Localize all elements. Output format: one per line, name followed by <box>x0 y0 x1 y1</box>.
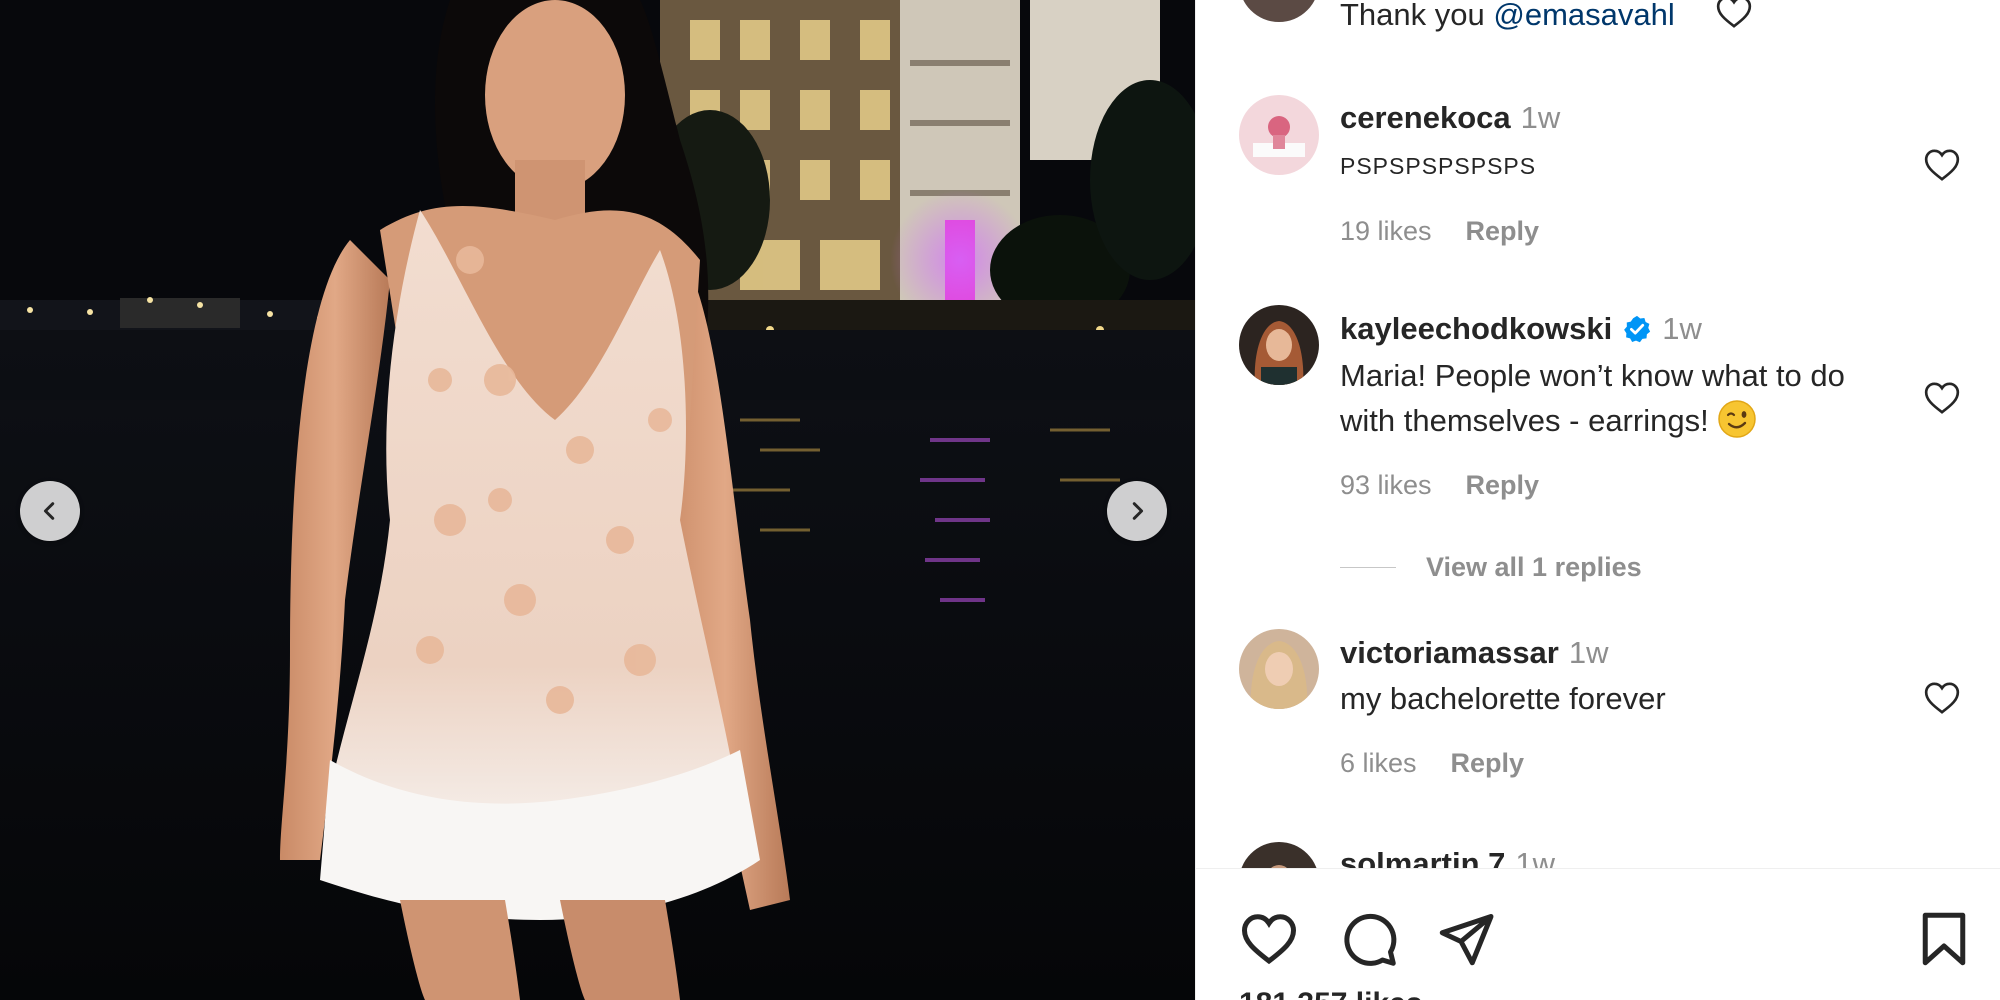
comment-likes[interactable]: 93 likes <box>1340 470 1432 500</box>
likes-count[interactable]: 181,357 likes <box>1239 987 1423 1000</box>
like-comment-button[interactable] <box>1922 145 1962 185</box>
comment-username[interactable]: cerenekoca <box>1340 100 1511 135</box>
comment-likes[interactable]: 19 likes <box>1340 216 1432 246</box>
comment-time[interactable]: 1w <box>1569 635 1609 670</box>
heart-outline-icon <box>1924 382 1960 414</box>
comment-time[interactable]: 1w <box>1662 311 1702 346</box>
comment-text: my bachelorette forever <box>1340 681 1666 716</box>
winking-face-emoji <box>1717 399 1757 439</box>
comment-button[interactable] <box>1339 909 1399 969</box>
reply-button[interactable]: Reply <box>1466 470 1540 500</box>
like-button[interactable] <box>1239 909 1299 969</box>
comment-text: PSPSPSPSPSPS <box>1340 153 1537 179</box>
next-photo-button[interactable] <box>1107 481 1167 541</box>
comment-header: solmartin 7 1w <box>1340 846 1555 868</box>
comment-header: cerenekoca 1w <box>1340 100 1560 136</box>
share-button[interactable] <box>1436 909 1496 969</box>
comment-header: kayleechodkowski 1w <box>1340 311 1702 347</box>
comment-icon <box>1344 913 1397 966</box>
heart-outline-icon <box>1924 682 1960 714</box>
mention-link[interactable]: @emasavahl <box>1493 0 1674 32</box>
heart-outline-icon <box>1716 0 1752 28</box>
like-comment-button[interactable] <box>1922 678 1962 718</box>
comment-likes[interactable]: 6 likes <box>1340 748 1417 778</box>
reply-button[interactable]: Reply <box>1451 748 1525 778</box>
comments-panel: Thank you @emasavahl cerenekoca 1w PSPSPS… <box>1195 0 2000 1000</box>
comment-username[interactable]: solmartin 7 <box>1340 846 1505 868</box>
avatar[interactable] <box>1239 95 1319 175</box>
view-replies-button[interactable]: View all 1 replies <box>1340 552 1642 583</box>
previous-photo-button[interactable] <box>20 481 80 541</box>
reply-button[interactable]: Reply <box>1466 216 1540 246</box>
comment-meta: 6 likes Reply <box>1340 748 1558 779</box>
heart-icon <box>1241 914 1297 965</box>
bookmark-icon <box>1922 912 1966 966</box>
chevron-left-icon <box>43 502 55 520</box>
comments-list[interactable]: Thank you @emasavahl cerenekoca 1w PSPSPS… <box>1196 0 2000 868</box>
like-comment-button[interactable] <box>1922 378 1962 418</box>
comment-text: Thank you @emasavahl <box>1340 0 1900 37</box>
comment-username[interactable]: kayleechodkowski <box>1340 311 1612 346</box>
comment-text: Maria! People won’t know what to do with… <box>1340 358 1845 439</box>
heart-outline-icon <box>1924 149 1960 181</box>
like-comment-button[interactable] <box>1714 0 1754 32</box>
verified-badge-icon <box>1622 314 1652 344</box>
divider <box>1340 567 1396 568</box>
avatar[interactable] <box>1239 0 1319 22</box>
avatar[interactable] <box>1239 629 1319 709</box>
post-actions-bar: 181,357 likes <box>1196 868 2000 1000</box>
save-button[interactable] <box>1914 909 1974 969</box>
comment-time[interactable]: 1w <box>1521 100 1561 135</box>
post-media <box>0 0 1195 1000</box>
comment-time[interactable]: 1w <box>1515 846 1555 868</box>
avatar[interactable] <box>1239 842 1319 868</box>
avatar[interactable] <box>1239 305 1319 385</box>
comment-meta: 93 likes Reply <box>1340 470 1573 501</box>
comment-username[interactable]: victoriamassar <box>1340 635 1559 670</box>
comment-meta: 19 likes Reply <box>1340 216 1573 247</box>
comment-header: victoriamassar 1w <box>1340 635 1609 671</box>
paper-plane-icon <box>1439 914 1494 966</box>
chevron-right-icon <box>1132 502 1144 520</box>
post-photo <box>0 0 1195 1000</box>
